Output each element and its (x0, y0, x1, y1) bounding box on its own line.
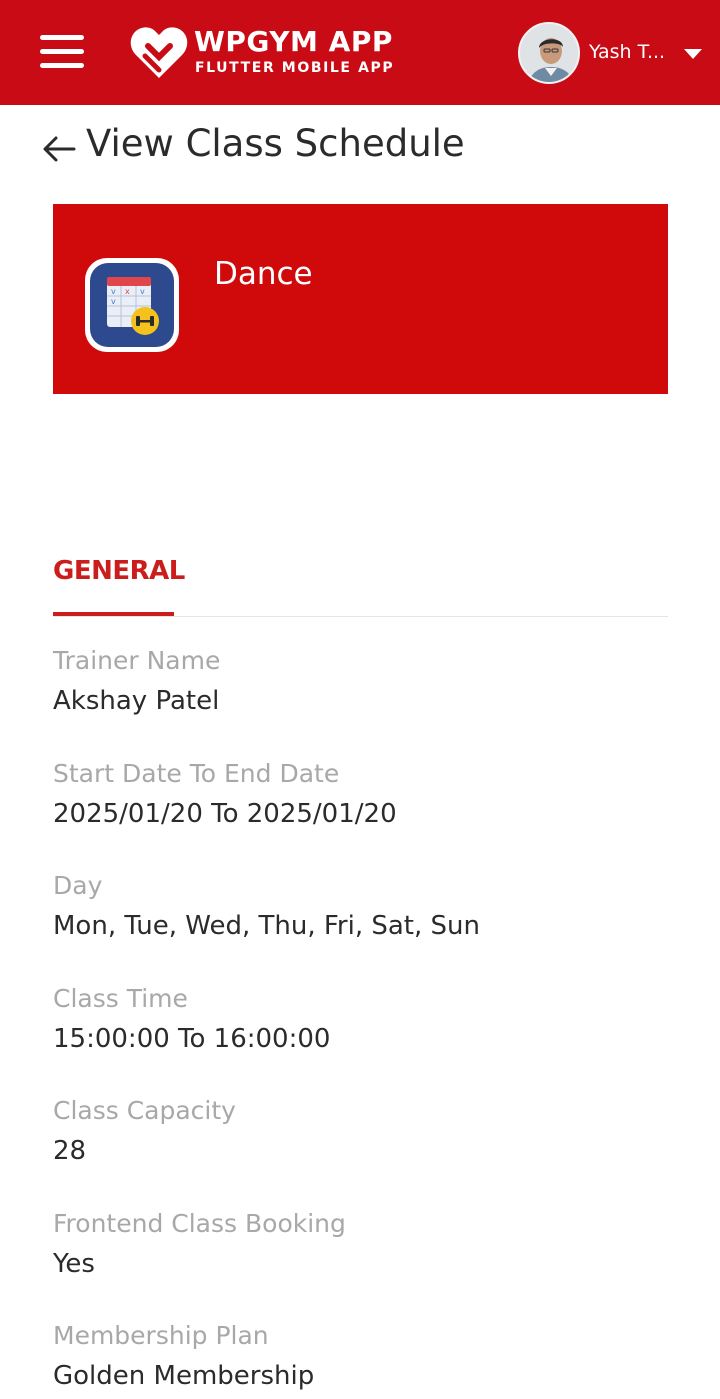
detail-label: Start Date To End Date (53, 759, 340, 788)
detail-frontend-booking: Frontend Class Booking Yes (53, 1209, 673, 1279)
class-icon-frame: v x v v (85, 258, 179, 352)
caret-down-icon[interactable] (684, 49, 702, 59)
detail-class-capacity: Class Capacity 28 (53, 1096, 673, 1166)
brand-subtitle: FLUTTER MOBILE APP (195, 60, 395, 76)
svg-text:v: v (111, 297, 116, 306)
detail-value: Golden Membership (53, 1361, 315, 1391)
avatar[interactable] (518, 22, 580, 84)
detail-label: Class Time (53, 984, 188, 1013)
arrow-left-icon[interactable] (40, 130, 78, 168)
tab-general[interactable]: GENERAL (53, 556, 185, 586)
heart-logo-icon (130, 27, 188, 78)
user-name: Yash T... (589, 41, 666, 63)
detail-value: 15:00:00 To 16:00:00 (53, 1024, 331, 1054)
class-card: v x v v Dance (53, 204, 668, 394)
calendar-dumbbell-icon: v x v v (90, 263, 174, 347)
hamburger-menu-icon[interactable] (40, 35, 84, 69)
svg-text:x: x (125, 287, 130, 296)
detail-day: Day Mon, Tue, Wed, Thu, Fri, Sat, Sun (53, 871, 673, 941)
svg-text:v: v (140, 287, 145, 296)
detail-label: Membership Plan (53, 1321, 269, 1350)
svg-text:v: v (111, 287, 116, 296)
user-menu[interactable]: Yash T... (518, 22, 708, 84)
detail-value: 2025/01/20 To 2025/01/20 (53, 799, 397, 829)
detail-trainer-name: Trainer Name Akshay Patel (53, 646, 673, 716)
detail-date-range: Start Date To End Date 2025/01/20 To 202… (53, 759, 673, 829)
detail-membership-plan: Membership Plan Golden Membership (53, 1321, 673, 1391)
app-bar: WPGYM APP FLUTTER MOBILE APP Yash T... (0, 0, 720, 105)
tab-divider (53, 616, 668, 617)
detail-label: Frontend Class Booking (53, 1209, 346, 1238)
brand-title: WPGYM APP (194, 25, 393, 58)
detail-class-time: Class Time 15:00:00 To 16:00:00 (53, 984, 673, 1054)
detail-value: Yes (53, 1249, 95, 1279)
detail-label: Trainer Name (53, 646, 221, 675)
detail-value: 28 (53, 1136, 87, 1166)
detail-value: Mon, Tue, Wed, Thu, Fri, Sat, Sun (53, 911, 480, 941)
detail-value: Akshay Patel (53, 686, 220, 716)
user-avatar-icon (520, 24, 578, 82)
detail-label: Day (53, 871, 103, 900)
detail-label: Class Capacity (53, 1096, 236, 1125)
page-title: View Class Schedule (86, 122, 465, 165)
class-name: Dance (214, 256, 313, 292)
